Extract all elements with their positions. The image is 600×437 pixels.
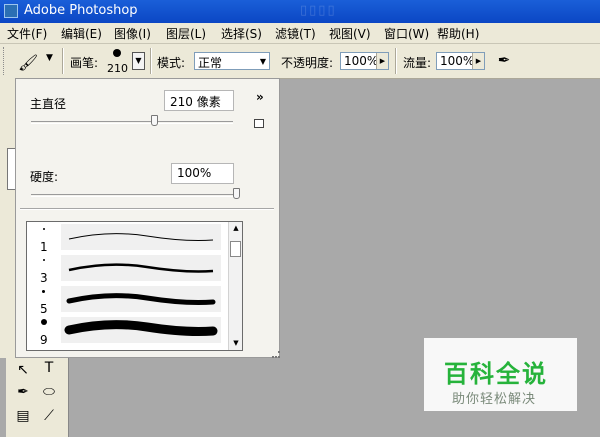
brush-preset-size: 1	[40, 240, 48, 254]
flow-value: 100%	[440, 54, 475, 68]
opacity-slider-button[interactable]: ▶	[376, 53, 388, 69]
pen-tool-icon[interactable]: ✒	[12, 384, 34, 402]
menu-help[interactable]: 帮助(H)	[437, 25, 479, 42]
watermark-subtitle: 助你轻松解决	[452, 392, 537, 407]
brush-preset-size: 5	[40, 302, 48, 316]
opacity-label: 不透明度:	[281, 56, 334, 70]
brush-stroke-preview	[61, 286, 221, 312]
scrollbar-thumb[interactable]	[230, 241, 241, 257]
diameter-input[interactable]: 210 像素	[164, 90, 234, 111]
direct-selection-icon[interactable]: ↖	[12, 362, 34, 380]
brush-tip-dot-icon	[43, 228, 45, 230]
mode-value: 正常	[198, 56, 223, 70]
title-bar: Adobe Photoshop ▯▯▯▯	[0, 0, 600, 23]
brush-stroke-preview	[61, 224, 221, 250]
blurred-title-ghost: ▯▯▯▯	[300, 3, 337, 18]
menu-select[interactable]: 选择(S)	[221, 25, 262, 42]
preset-list-scrollbar[interactable]: ▲ ▼	[228, 222, 242, 350]
window-title: Adobe Photoshop	[24, 3, 138, 18]
airbrush-icon[interactable]: ✒	[491, 51, 517, 71]
watermark: 百科全说 助你轻松解决	[424, 338, 577, 411]
brush-preset-item[interactable]: 3	[27, 255, 227, 285]
type-tool-icon[interactable]: T	[38, 360, 60, 378]
scroll-down-arrow-icon[interactable]: ▼	[229, 337, 242, 350]
menu-file[interactable]: 文件(F)	[7, 25, 47, 42]
brush-picker-dropdown-button[interactable]: ▼	[132, 52, 145, 70]
brush-tip-dot-icon	[41, 319, 47, 325]
brush-label: 画笔:	[70, 56, 99, 70]
scroll-up-arrow-icon[interactable]: ▲	[229, 222, 242, 235]
brush-preset-size: 9	[40, 333, 48, 347]
panel-divider	[20, 208, 274, 210]
brush-preset-item[interactable]: 5	[27, 286, 227, 316]
hardness-slider-track[interactable]	[31, 194, 236, 197]
brush-preset-panel: 主直径 210 像素 » 硬度: 100% 1 3 5 9 ▲ ▼	[15, 78, 280, 358]
watermark-title: 百科全说	[444, 360, 548, 388]
brush-stroke-preview	[61, 255, 221, 281]
resize-grip[interactable]	[272, 351, 280, 358]
brush-preset-item[interactable]: 1	[27, 224, 227, 254]
brush-preset-size: 3	[40, 271, 48, 285]
brush-tool-icon[interactable]: 🖌	[18, 53, 38, 72]
opacity-field[interactable]: 100% ▶	[340, 52, 389, 70]
brush-preset-list: 1 3 5 9 ▲ ▼	[26, 221, 243, 351]
separator	[395, 48, 397, 74]
hardness-slider-thumb[interactable]	[233, 188, 240, 199]
diameter-slider-thumb[interactable]	[151, 115, 159, 126]
hardness-label: 硬度:	[30, 170, 59, 184]
menu-bar: 文件(F) 编辑(E) 图像(I) 图层(L) 选择(S) 滤镜(T) 视图(V…	[0, 23, 600, 44]
flow-field[interactable]: 100% ▶	[436, 52, 485, 70]
flow-slider-button[interactable]: ▶	[472, 53, 484, 69]
brush-tip-preview-icon[interactable]	[113, 49, 121, 57]
toolbox: ↖ T ✒ ⬭ ▤ ⟋	[6, 358, 69, 437]
opacity-value: 100%	[344, 54, 379, 68]
chevron-down-icon: ▼	[259, 57, 266, 66]
brush-tip-dot-icon	[42, 290, 45, 293]
mode-label: 模式:	[157, 56, 186, 70]
menu-layer[interactable]: 图层(L)	[166, 25, 206, 42]
menu-window[interactable]: 窗口(W)	[384, 25, 429, 42]
separator	[62, 48, 64, 74]
brush-size-readout: 210	[107, 62, 128, 75]
menu-edit[interactable]: 编辑(E)	[61, 25, 102, 42]
menu-view[interactable]: 视图(V)	[329, 25, 371, 42]
expand-chevron-icon[interactable]: »	[256, 90, 264, 104]
separator	[150, 48, 152, 74]
eyedropper-icon[interactable]: ⟋	[38, 408, 60, 426]
diameter-label: 主直径	[30, 97, 67, 111]
flow-label: 流量:	[403, 56, 432, 70]
brush-preset-item[interactable]: 9	[27, 317, 227, 347]
options-bar: 🖌 ▼ 画笔: 210 ▼ 模式: 正常 ▼ 不透明度: 100% ▶ 流量: …	[0, 44, 600, 79]
hardness-input[interactable]: 100%	[171, 163, 234, 184]
dropdown-arrow-icon[interactable]: ▼	[46, 53, 53, 63]
left-palette-edge	[0, 78, 16, 358]
new-preset-icon[interactable]	[254, 119, 264, 128]
notes-tool-icon[interactable]: ▤	[12, 408, 34, 426]
brush-tip-dot-icon	[43, 259, 45, 261]
photoshop-logo-icon	[4, 4, 18, 18]
diameter-slider-track[interactable]	[31, 121, 233, 124]
mode-select[interactable]: 正常 ▼	[194, 52, 270, 70]
toolbar-grip[interactable]	[3, 47, 7, 75]
ellipse-tool-icon[interactable]: ⬭	[38, 384, 60, 402]
brush-stroke-preview	[61, 317, 221, 343]
menu-filter[interactable]: 滤镜(T)	[275, 25, 316, 42]
menu-image[interactable]: 图像(I)	[114, 25, 151, 42]
